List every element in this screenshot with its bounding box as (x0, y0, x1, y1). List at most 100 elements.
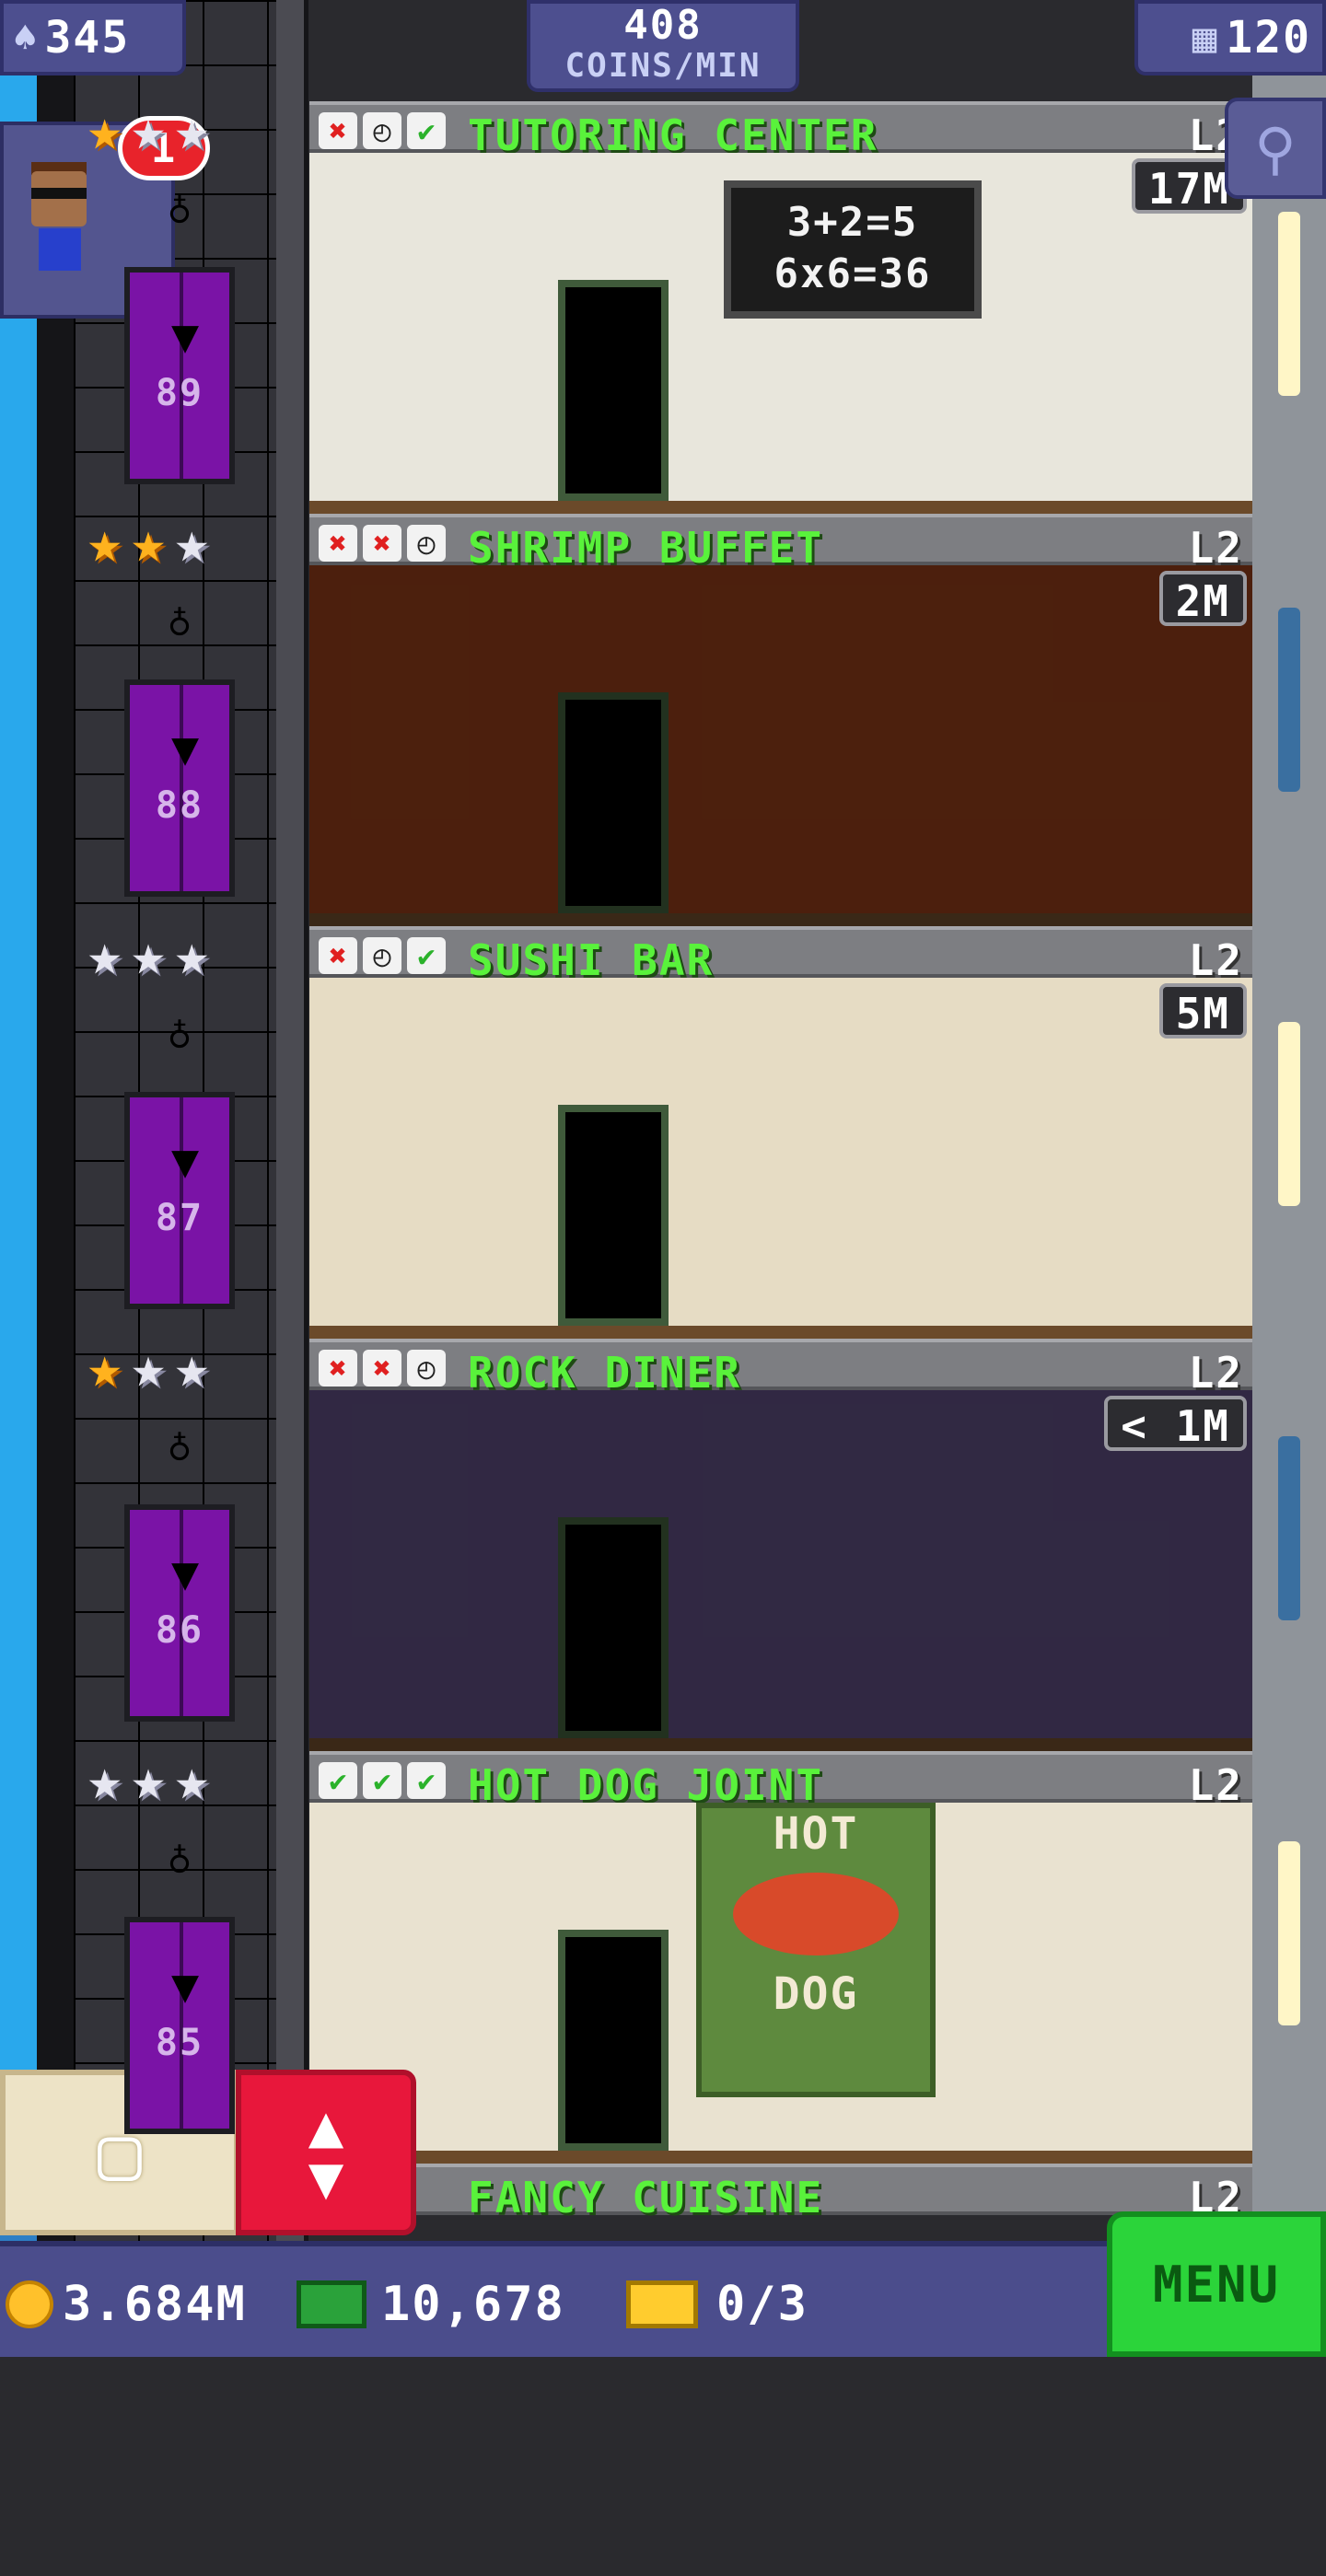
elevator-floor-number: 86 (155, 1609, 204, 1652)
person-icon: ♠ (13, 14, 40, 62)
floor-status-icons: ✔ ✔ ✔ (319, 1762, 446, 1799)
gold-star-icon: ★ (131, 508, 166, 575)
cross-icon: ✖ (319, 937, 357, 974)
bux-display[interactable]: 10,678 (297, 2274, 565, 2335)
search-button[interactable]: ⚲ (1225, 98, 1326, 199)
menu-button[interactable]: MENU (1107, 2211, 1326, 2357)
tower-window (1278, 608, 1300, 792)
room-doorway (558, 280, 669, 501)
hot-dog-icon (733, 1873, 899, 1955)
elevator-floor-number: 87 (155, 1197, 204, 1239)
population-value: 345 (44, 12, 131, 64)
clock-icon: ◴ (407, 525, 446, 562)
floor-rating-stars: ★ ★ ★ (87, 1339, 209, 1396)
elevator-updown-icon: ▲ ▼ (308, 2093, 344, 2212)
bat-icon: ▼ (170, 722, 200, 775)
floor-header: ✖ ◴ ✔ SUSHI BAR L2 (309, 926, 1252, 985)
floor-status-icons: ✖ ✖ ◴ (319, 525, 446, 562)
room-floor (309, 2151, 1252, 2164)
floor-room (309, 565, 1252, 926)
gold-star-icon: ★ (87, 1333, 122, 1400)
restock-timer: 5M (1158, 983, 1247, 1039)
elevator-floor-number: 85 (155, 2022, 204, 2064)
gold-star-icon: ★ (87, 96, 122, 163)
check-icon: ✔ (407, 937, 446, 974)
tickets-display[interactable]: 0/3 (626, 2274, 808, 2335)
floor-status-icons: ✖ ✖ ◴ (319, 1350, 446, 1387)
silver-star-icon: ★ (174, 1746, 209, 1813)
floor-header: ✖ ✖ ◴ SHRIMP BUFFET L2 (309, 514, 1252, 573)
visitor-glasses (31, 188, 87, 199)
building-icon: ▦ (1192, 14, 1219, 62)
floor-status-icons: ✖ ◴ ✔ (319, 937, 446, 974)
cross-icon: ✖ (363, 1350, 401, 1387)
check-icon: ✔ (407, 1762, 446, 1799)
room-doorway (558, 1105, 669, 1326)
silver-star-icon: ★ (131, 921, 166, 988)
elevator-door[interactable]: ▼ 86 (124, 1504, 235, 1722)
bat-icon: ▼ (170, 1547, 200, 1600)
elevator-indicator-icon: ♁ (167, 1009, 192, 1056)
floor-count-counter[interactable]: ▦ 120 (1134, 0, 1326, 75)
floor-name: FANCY CUISINE (468, 2173, 824, 2222)
floor-tutoring-center[interactable]: ✖ ◴ ✔ TUTORING CENTER L2 3+2=5 6x6=36 17M (309, 101, 1252, 514)
cross-icon: ✖ (319, 525, 357, 562)
floor-room: 3+2=5 6x6=36 (309, 153, 1252, 514)
floor-header: ✔FANCY CUISINEL2 (309, 2164, 1252, 2222)
tower-window (1278, 1436, 1300, 1620)
silver-star-icon: ★ (131, 1746, 166, 1813)
floor-sushi-bar[interactable]: ✖ ◴ ✔ SUSHI BAR L2 5M (309, 926, 1252, 1339)
silver-star-icon: ★ (131, 96, 166, 163)
elevator-indicator-icon: ♁ (167, 597, 192, 644)
gold-star-icon: ★ (87, 508, 122, 575)
coins-per-min-label: COINS/MIN (564, 47, 762, 85)
floor-rating-stars: ★ ★ ★ (87, 101, 209, 158)
elevator-door[interactable]: ▼ 89 (124, 267, 235, 484)
cross-icon: ✖ (363, 525, 401, 562)
tower-window (1278, 212, 1300, 396)
silver-star-icon: ★ (174, 96, 209, 163)
floor-header: ✔ ✔ ✔ HOT DOG JOINT L2 (309, 1751, 1252, 1810)
ticket-icon (626, 2280, 698, 2328)
floor-hot-dog-joint[interactable]: ✔ ✔ ✔ HOT DOG JOINT L2 HOT DOG (309, 1751, 1252, 2164)
elevator-indicator-icon: ♁ (167, 184, 192, 231)
coin-icon (6, 2280, 53, 2328)
coins-per-min-value: 408 (623, 2, 703, 49)
hot-dog-sign: HOT DOG (696, 1803, 936, 2097)
elevator-button[interactable]: ▲ ▼ (236, 2070, 416, 2235)
bat-icon: ▼ (170, 309, 200, 363)
floor-room (309, 978, 1252, 1339)
elevator-indicator-icon: ♁ (167, 1421, 192, 1468)
floor-header: ✖ ✖ ◴ ROCK DINER L2 (309, 1339, 1252, 1398)
room-floor (309, 501, 1252, 514)
coins-value: 3.684M (63, 2277, 247, 2332)
floor-rating-stars: ★ ★ ★ (87, 514, 209, 571)
floor-room: HOT DOG (309, 1803, 1252, 2164)
floor-rating-stars: ★ ★ ★ (87, 926, 209, 983)
bat-icon: ▼ (170, 1959, 200, 2013)
room-floor (309, 1326, 1252, 1339)
silver-star-icon: ★ (87, 921, 122, 988)
elevator-indicator-icon: ♁ (167, 1834, 192, 1881)
chalkboard: 3+2=5 6x6=36 (724, 180, 982, 319)
elevator-floor-number: 89 (155, 372, 204, 414)
population-counter[interactable]: ♠ 345 (0, 0, 186, 75)
coins-per-min-counter[interactable]: 408 COINS/MIN (527, 0, 799, 92)
floor-header: ✖ ◴ ✔ TUTORING CENTER L2 (309, 101, 1252, 160)
silver-star-icon: ★ (131, 1333, 166, 1400)
coins-display[interactable]: 3.684M (6, 2274, 247, 2335)
sky (0, 0, 37, 2357)
floor-status-icons: ✖ ◴ ✔ (319, 112, 446, 149)
restock-timer: < 1M (1104, 1396, 1247, 1451)
elevator-door[interactable]: ▼ 87 (124, 1092, 235, 1309)
bux-value: 10,678 (381, 2277, 565, 2332)
bat-icon: ▼ (170, 1134, 200, 1188)
elevator-door[interactable]: ▼ 88 (124, 679, 235, 897)
silver-star-icon: ★ (174, 1333, 209, 1400)
floor-shrimp-buffet[interactable]: ✖ ✖ ◴ SHRIMP BUFFET L2 2M (309, 514, 1252, 926)
room-doorway (558, 1930, 669, 2151)
elevator-door[interactable]: ▼ 85 (124, 1917, 235, 2134)
floor-rock-diner[interactable]: ✖ ✖ ◴ ROCK DINER L2 < 1M (309, 1339, 1252, 1751)
bux-icon (297, 2280, 366, 2328)
check-icon: ✔ (407, 112, 446, 149)
